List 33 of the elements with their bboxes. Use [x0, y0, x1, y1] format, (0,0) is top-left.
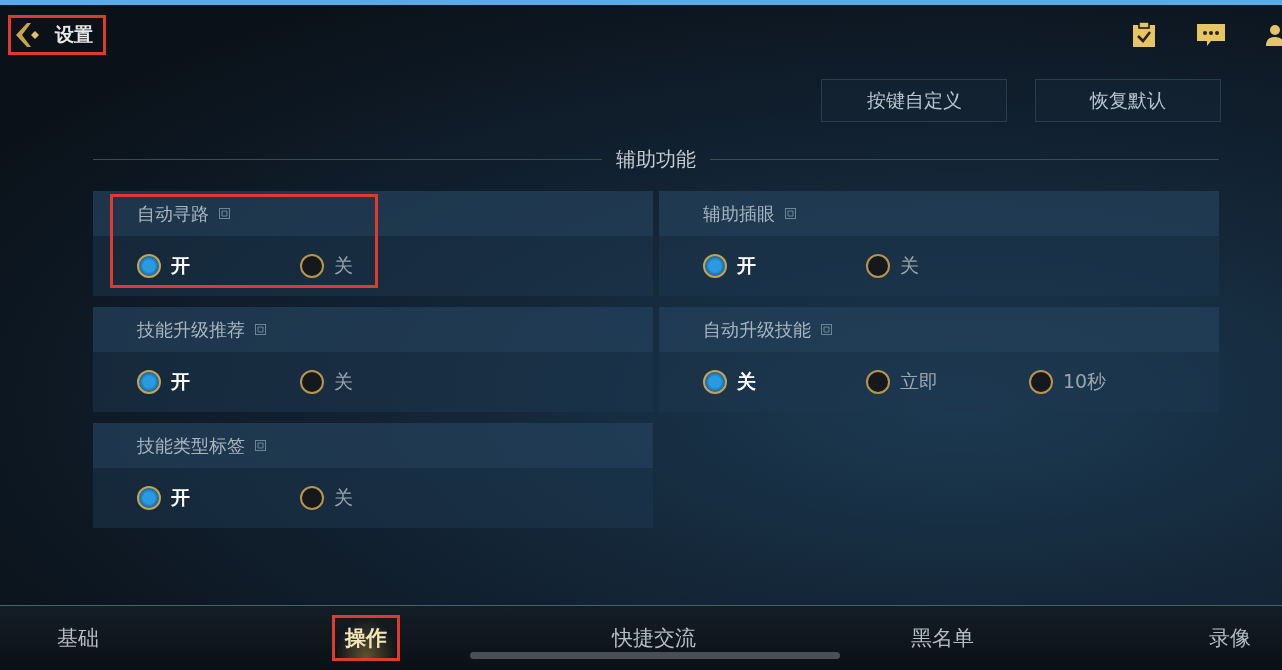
info-icon[interactable]	[255, 440, 266, 451]
radio-option[interactable]: 10秒	[1029, 369, 1192, 395]
radio-option[interactable]: 开	[703, 253, 866, 279]
action-button[interactable]: 按键自定义	[821, 79, 1007, 122]
back-button[interactable]: 设置	[8, 15, 106, 55]
setting-title: 技能升级推荐	[137, 317, 245, 342]
setting-title: 技能类型标签	[137, 433, 245, 458]
tab[interactable]: 录像	[1196, 615, 1264, 661]
tab[interactable]: 操作	[332, 615, 400, 661]
info-icon[interactable]	[219, 208, 230, 219]
clipboard-check-icon[interactable]	[1132, 22, 1156, 48]
info-icon[interactable]	[255, 324, 266, 335]
tab[interactable]: 快捷交流	[599, 615, 709, 661]
tab[interactable]: 基础	[44, 615, 112, 661]
setting-title: 辅助插眼	[703, 201, 775, 226]
radio-option[interactable]: 关	[300, 485, 463, 511]
radio-option[interactable]: 立即	[866, 369, 1029, 395]
setting-title: 自动寻路	[137, 201, 209, 226]
radio-option[interactable]: 开	[137, 485, 300, 511]
action-button[interactable]: 恢复默认	[1035, 79, 1221, 122]
radio-option[interactable]: 开	[137, 369, 300, 395]
info-icon[interactable]	[785, 208, 796, 219]
radio-option[interactable]: 关	[300, 253, 463, 279]
radio-option[interactable]: 关	[866, 253, 1029, 279]
info-icon[interactable]	[821, 324, 832, 335]
radio-option[interactable]: 关	[300, 369, 463, 395]
section-title: 辅助功能	[616, 146, 696, 173]
people-icon[interactable]	[1266, 22, 1282, 48]
radio-option[interactable]: 关	[703, 369, 866, 395]
radio-option[interactable]: 开	[137, 253, 300, 279]
tab[interactable]: 黑名单	[897, 615, 987, 661]
chat-bubble-icon[interactable]	[1196, 22, 1226, 48]
setting-title: 自动升级技能	[703, 317, 811, 342]
